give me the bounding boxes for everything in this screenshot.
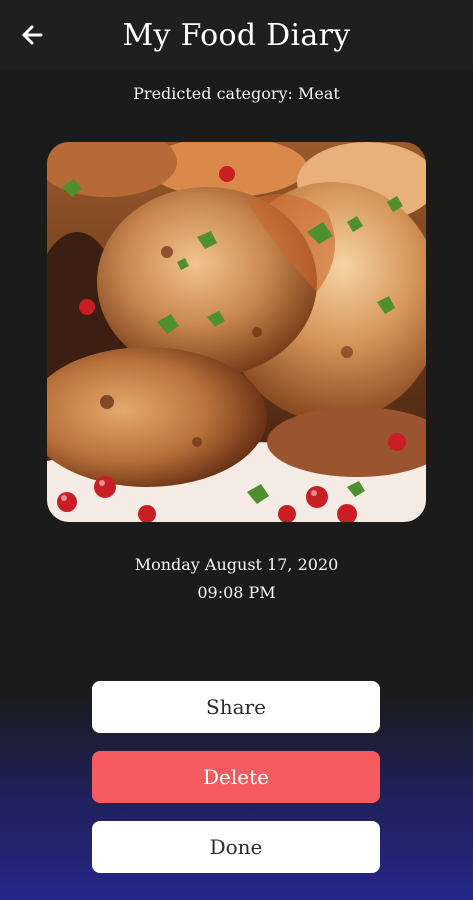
predicted-category: Predicted category: Meat [133, 84, 340, 103]
delete-button[interactable]: Delete [92, 751, 380, 803]
done-button[interactable]: Done [92, 821, 380, 873]
entry-date: Monday August 17, 2020 [134, 555, 339, 574]
entry-time: 09:08 PM [197, 583, 276, 602]
food-photo [47, 142, 426, 522]
app-bar: My Food Diary [0, 0, 473, 70]
share-button[interactable]: Share [92, 681, 380, 733]
page-title: My Food Diary [122, 18, 351, 53]
